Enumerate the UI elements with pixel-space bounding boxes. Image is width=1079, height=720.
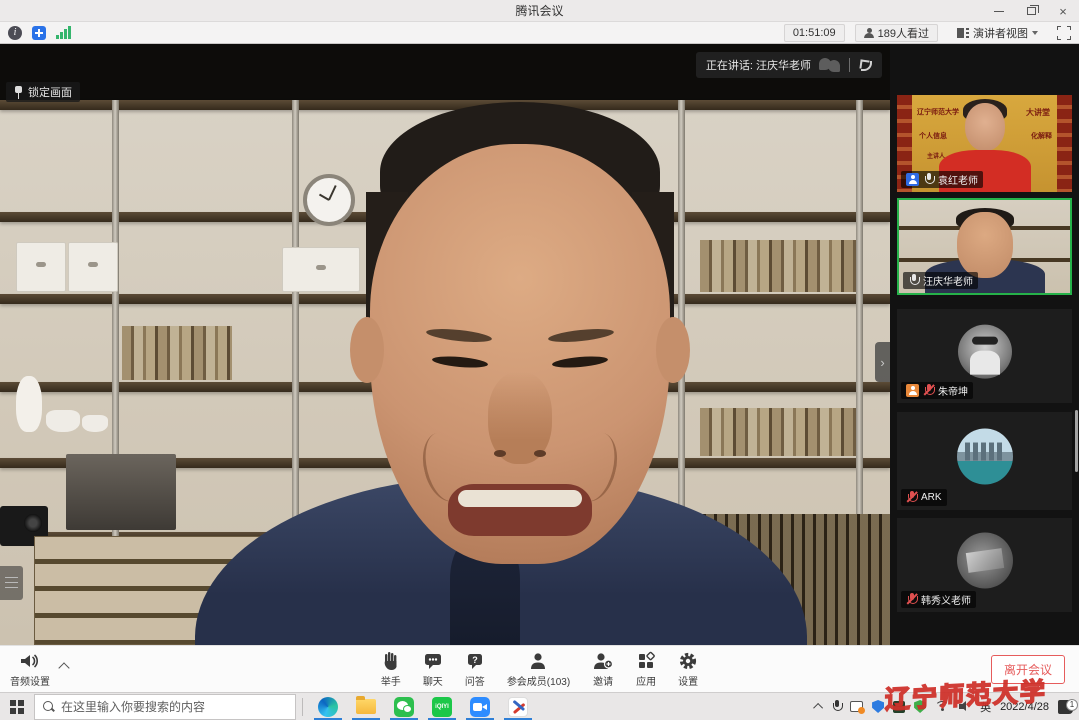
avatar <box>958 325 1012 379</box>
fullscreen-icon[interactable] <box>1057 26 1071 40</box>
chevron-down-icon <box>1032 31 1038 35</box>
sidebar-scrollbar[interactable] <box>1075 410 1078 472</box>
video-scene <box>0 44 890 645</box>
settings-gear-icon <box>678 650 698 671</box>
host-person-icon <box>906 173 919 186</box>
lock-view-button[interactable]: 锁定画面 <box>6 82 80 102</box>
qa-icon: ? <box>465 650 485 671</box>
participant-tile-active-speaker[interactable]: 汪庆华老师 <box>897 198 1072 295</box>
iqiyi-icon: iQIYI <box>432 697 452 717</box>
notification-badge: 1 <box>1066 699 1078 711</box>
taskbar-search[interactable] <box>34 694 296 720</box>
floating-panel-handle[interactable] <box>0 566 23 600</box>
tray-blue-shield-icon[interactable] <box>872 700 884 713</box>
tray-expand-chevron[interactable] <box>813 703 823 713</box>
view-mode-selector[interactable]: 演讲者视图 <box>948 24 1047 42</box>
search-icon <box>43 701 55 713</box>
clap-icon[interactable] <box>819 58 841 72</box>
taskbar-app-iqiyi[interactable]: iQIYI <box>423 693 461 720</box>
titlebar: 腾讯会议 × <box>0 0 1079 22</box>
mic-muted-icon <box>906 491 917 504</box>
participant-tile[interactable]: 辽宁师范大学 大讲堂 个人信息 化解释 主讲人 袁红老师 <box>897 95 1072 192</box>
settings-button[interactable]: 设置 <box>678 650 698 688</box>
avatar <box>957 533 1013 589</box>
speaking-indicator: 正在讲话: 汪庆华老师 <box>696 52 882 78</box>
speaker-face <box>352 102 688 572</box>
avatar <box>957 429 1013 485</box>
viewers-count[interactable]: 189人看过 <box>855 24 938 42</box>
meeting-info-icon[interactable]: i <box>8 26 22 40</box>
cohost-person-icon <box>906 384 919 397</box>
security-shield-icon[interactable] <box>32 26 46 40</box>
scissors-app-icon <box>508 697 528 717</box>
invite-button[interactable]: 邀请 <box>592 650 614 688</box>
pin-icon <box>14 86 23 99</box>
edge-icon <box>318 697 338 717</box>
chat-icon <box>423 650 443 671</box>
participant-tile[interactable]: 朱帝坤 <box>897 309 1072 403</box>
mic-muted-icon <box>906 593 917 606</box>
meeting-timer: 01:51:09 <box>784 24 845 42</box>
members-button[interactable]: 参会成员(103) <box>507 650 570 688</box>
start-button[interactable] <box>0 693 34 720</box>
invite-icon <box>592 650 614 671</box>
participant-name-badge: 韩秀义老师 <box>901 591 976 608</box>
participant-name-badge: ARK <box>901 489 947 506</box>
close-button[interactable]: × <box>1047 0 1079 22</box>
members-icon <box>528 650 548 671</box>
notification-icon[interactable]: 1 <box>1058 700 1073 714</box>
participant-name-badge: 袁红老师 <box>901 171 983 188</box>
participant-name-badge: 汪庆华老师 <box>903 272 978 289</box>
raise-hand-button[interactable]: 举手 <box>381 650 401 688</box>
taskbar-app-wechat[interactable] <box>385 693 423 720</box>
main-video[interactable]: 锁定画面 正在讲话: 汪庆华老师 › <box>0 44 890 645</box>
wall-clock <box>303 174 355 226</box>
wechat-icon <box>394 697 414 717</box>
network-signal-icon[interactable] <box>56 26 71 39</box>
taskbar-app-explorer[interactable] <box>347 693 385 720</box>
tray-capture-icon[interactable] <box>850 701 863 712</box>
participant-tile[interactable]: 韩秀义老师 <box>897 518 1072 612</box>
apps-button[interactable]: 应用 <box>636 650 656 688</box>
taskbar-app-scissors[interactable] <box>499 693 537 720</box>
reaction-arrow-icon[interactable] <box>858 58 872 72</box>
tray-mic-icon[interactable] <box>832 700 841 713</box>
sidebar-collapse-chevron[interactable]: › <box>875 342 890 382</box>
qa-button[interactable]: ? 问答 <box>465 650 485 688</box>
viewers-icon <box>864 28 874 38</box>
tencent-meeting-icon <box>470 697 490 717</box>
minimize-button[interactable] <box>983 0 1015 22</box>
taskbar-app-tencent-meeting[interactable] <box>461 693 499 720</box>
mic-icon <box>923 173 934 186</box>
windows-logo-icon <box>10 700 24 714</box>
participants-sidebar: 辽宁师范大学 大讲堂 个人信息 化解释 主讲人 袁红老师 <box>890 44 1079 645</box>
svg-text:?: ? <box>472 655 478 665</box>
maximize-button[interactable] <box>1015 0 1047 22</box>
search-input[interactable] <box>61 700 271 714</box>
participant-tile[interactable]: ARK <box>897 412 1072 510</box>
apps-icon <box>636 650 656 671</box>
speaker-view-icon <box>957 28 969 38</box>
mic-muted-icon <box>923 384 934 397</box>
window-title: 腾讯会议 <box>0 2 1079 19</box>
taskbar-divider <box>302 698 303 716</box>
chat-button[interactable]: 聊天 <box>423 650 443 688</box>
taskbar-app-edge[interactable] <box>309 693 347 720</box>
mic-icon <box>908 274 919 287</box>
file-explorer-icon <box>356 699 376 714</box>
tencent-meeting-window: 腾讯会议 × i 01:51:09 189人看过 演讲者视图 <box>0 0 1079 720</box>
status-toolbar: i 01:51:09 189人看过 演讲者视图 <box>0 22 1079 44</box>
participant-name-badge: 朱帝坤 <box>901 382 973 399</box>
window-controls: × <box>983 0 1079 22</box>
raise-hand-icon <box>382 650 400 671</box>
